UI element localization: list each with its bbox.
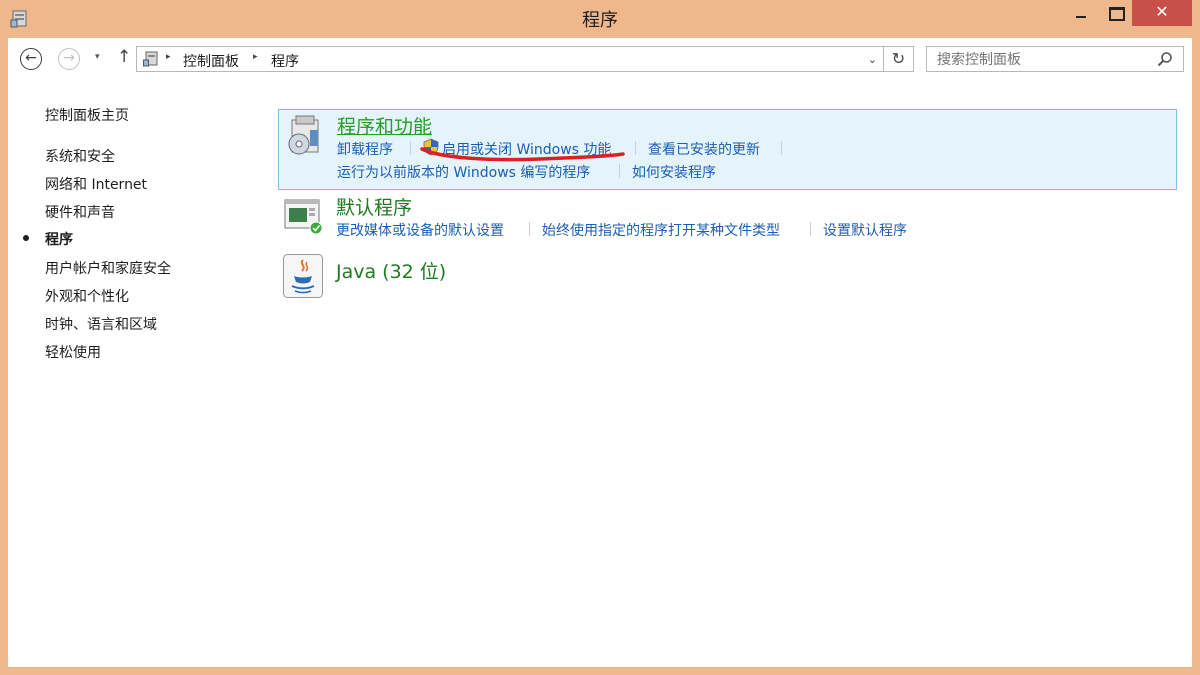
minimize-button[interactable] (1060, 0, 1102, 26)
refresh-button[interactable]: ↻ (884, 46, 914, 72)
link-uninstall-program[interactable]: 卸载程序 (337, 139, 393, 159)
window-title: 程序 (582, 10, 618, 31)
link-change-media-defaults[interactable]: 更改媒体或设备的默认设置 (336, 220, 504, 240)
link-run-older-programs[interactable]: 运行为以前版本的 Windows 编写的程序 (337, 162, 590, 182)
default-programs-icon[interactable] (283, 196, 325, 236)
sidebar-item-network-internet[interactable]: 网络和 Internet (45, 174, 147, 194)
active-bullet-icon (23, 235, 29, 241)
close-icon: ✕ (1155, 2, 1169, 21)
breadcrumb-separator[interactable]: ▸ (166, 52, 171, 62)
control-panel-icon (143, 51, 158, 67)
red-annotation-stroke (420, 147, 625, 162)
sidebar-item-control-panel-home[interactable]: 控制面板主页 (45, 105, 129, 125)
sidebar-item-system-security[interactable]: 系统和安全 (45, 146, 115, 166)
link-divider (410, 141, 411, 155)
search-box[interactable] (926, 46, 1184, 72)
link-divider (781, 141, 782, 155)
link-set-default-programs[interactable]: 设置默认程序 (823, 220, 907, 240)
category-programs-features: 程序和功能 卸载程序 启用或关闭 Windows 功能 查看已安装的更新 运行为… (278, 109, 1177, 190)
content-pane: 控制面板主页 系统和安全 网络和 Internet 硬件和声音 程序 用户帐户和… (8, 84, 1192, 667)
close-button[interactable]: ✕ (1132, 0, 1192, 26)
sidebar-item-hardware-sound[interactable]: 硬件和声音 (45, 202, 115, 222)
breadcrumb-control-panel[interactable]: 控制面板 (183, 51, 239, 71)
category-title-default-programs[interactable]: 默认程序 (336, 193, 412, 220)
address-dropdown-icon[interactable]: ⌄ (868, 53, 877, 66)
link-divider (810, 222, 811, 236)
sidebar-item-appearance[interactable]: 外观和个性化 (45, 286, 129, 306)
sidebar-item-ease-of-access[interactable]: 轻松使用 (45, 342, 101, 362)
link-how-to-install[interactable]: 如何安装程序 (632, 162, 716, 182)
address-bar[interactable]: ▸ 控制面板 ▸ 程序 ⌄ (136, 46, 884, 72)
title-bar: 程序 ✕ (0, 0, 1200, 38)
maximize-button[interactable] (1102, 0, 1132, 26)
category-title-programs-features[interactable]: 程序和功能 (337, 112, 432, 139)
back-button[interactable]: ← (20, 48, 42, 70)
category-title-java[interactable]: Java (32 位) (336, 257, 446, 284)
sidebar-item-clock-region[interactable]: 时钟、语言和区域 (45, 314, 157, 334)
forward-button[interactable]: → (58, 48, 80, 70)
recent-locations-dropdown[interactable]: ▾ (95, 52, 100, 62)
link-divider (529, 222, 530, 236)
sidebar-item-programs[interactable]: 程序 (45, 229, 73, 249)
link-divider (635, 141, 636, 155)
navigation-bar: ← → ▾ ↑ ▸ 控制面板 ▸ 程序 ⌄ ↻ (8, 38, 1192, 84)
category-default-programs: 默认程序 更改媒体或设备的默认设置 始终使用指定的程序打开某种文件类型 设置默认… (278, 192, 1177, 242)
breadcrumb-programs[interactable]: 程序 (271, 51, 299, 71)
window: 程序 ✕ ← → ▾ ↑ ▸ 控制面板 ▸ 程序 ⌄ ↻ 搜索控制面板 控制面板… (0, 0, 1200, 675)
link-file-type-associations[interactable]: 始终使用指定的程序打开某种文件类型 (542, 220, 780, 240)
java-icon[interactable] (283, 254, 323, 298)
link-divider (619, 164, 620, 178)
category-java: Java (32 位) (278, 252, 1177, 302)
up-button[interactable]: ↑ (117, 47, 131, 67)
programs-features-icon[interactable] (284, 114, 324, 158)
search-icon[interactable] (1157, 51, 1173, 67)
breadcrumb-separator[interactable]: ▸ (253, 52, 258, 62)
search-input[interactable] (935, 50, 1149, 70)
sidebar-item-user-accounts[interactable]: 用户帐户和家庭安全 (45, 258, 171, 278)
link-view-installed-updates[interactable]: 查看已安装的更新 (648, 139, 760, 159)
